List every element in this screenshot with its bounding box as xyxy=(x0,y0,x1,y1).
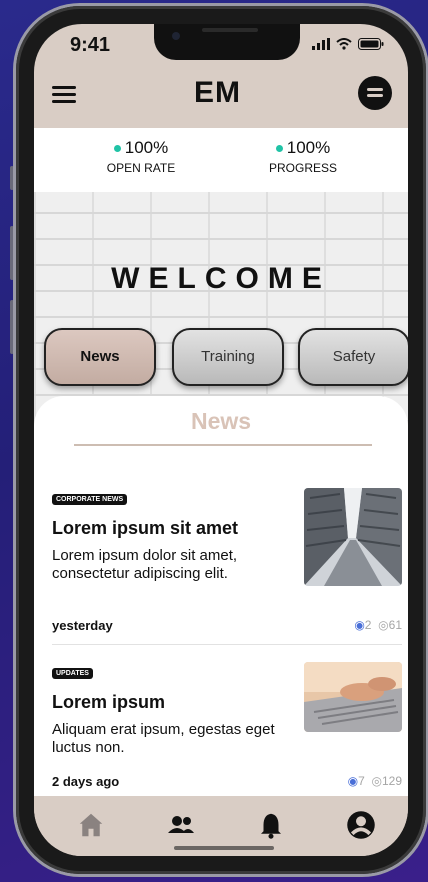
status-icons xyxy=(312,38,384,50)
article-text: UPDATES Lorem ipsum Aliquam erat ipsum, … xyxy=(52,662,282,757)
camera-dot xyxy=(172,32,180,40)
title-divider xyxy=(74,444,372,446)
profile-icon[interactable] xyxy=(346,810,376,840)
chat-icon[interactable] xyxy=(358,76,392,110)
views-icon: ◎ xyxy=(371,774,382,788)
article-title: Lorem ipsum xyxy=(52,692,166,712)
article-body: Aliquam erat ipsum, egestas eget luctus … xyxy=(52,721,275,756)
stat-open-rate: 100% OPEN RATE xyxy=(66,138,216,175)
article-body: Lorem ipsum dolor sit amet, consectetur … xyxy=(52,547,238,582)
volume-down-button xyxy=(10,300,14,354)
speaker-grille xyxy=(202,28,258,32)
news-panel: News CORPORATE NEWS Lorem ipsum sit amet… xyxy=(34,396,408,801)
article-divider xyxy=(52,644,402,645)
stats-bar: 100% OPEN RATE 100% PROGRESS xyxy=(34,128,408,192)
notch xyxy=(154,24,300,60)
laptop-typing-photo xyxy=(304,662,402,732)
stat-progress: 100% PROGRESS xyxy=(228,138,378,175)
stat-label: PROGRESS xyxy=(268,161,337,175)
like-count: 7 xyxy=(358,774,365,788)
views-icon: ◎ xyxy=(378,618,389,632)
view-count: 129 xyxy=(381,774,402,788)
welcome-banner: WELCOME News Training Safety xyxy=(34,192,408,422)
app-screen: 9:41 EM 100% OPEN RATE 100% PROGRESS WEL… xyxy=(34,24,408,856)
news-article[interactable]: CORPORATE NEWS Lorem ipsum sit amet Lore… xyxy=(52,488,402,638)
home-indicator xyxy=(174,846,274,850)
status-dot-icon xyxy=(113,145,121,153)
section-title: News xyxy=(190,408,252,434)
article-text: CORPORATE NEWS Lorem ipsum sit amet Lore… xyxy=(52,488,282,583)
home-icon[interactable] xyxy=(76,810,106,840)
view-count: 61 xyxy=(388,618,402,632)
users-icon[interactable] xyxy=(166,810,196,840)
bell-icon[interactable] xyxy=(256,810,286,840)
category-badge: CORPORATE NEWS xyxy=(52,494,128,505)
like-icon[interactable]: ◉ xyxy=(348,774,358,788)
like-icon[interactable]: ◉ xyxy=(354,618,364,632)
bottom-tab-bar xyxy=(34,796,408,856)
hamburger-menu-icon[interactable] xyxy=(52,86,76,104)
buildings-photo xyxy=(304,488,402,586)
phone-frame: 9:41 EM 100% OPEN RATE 100% PROGRESS WEL… xyxy=(16,6,426,874)
like-count: 2 xyxy=(364,618,372,632)
tab-news[interactable]: News xyxy=(44,328,156,386)
mute-switch xyxy=(10,166,14,190)
stat-value: 100% xyxy=(124,138,169,157)
tab-training[interactable]: Training xyxy=(172,328,284,386)
wifi-icon xyxy=(336,38,352,50)
article-stats: ◉7 ◎129 xyxy=(348,774,402,788)
status-time: 9:41 xyxy=(70,34,111,56)
app-header: EM xyxy=(34,70,408,124)
news-article[interactable]: UPDATES Lorem ipsum Aliquam erat ipsum, … xyxy=(52,662,402,812)
welcome-title: WELCOME xyxy=(111,262,331,295)
article-date: 2 days ago xyxy=(52,774,120,789)
article-title: Lorem ipsum sit amet xyxy=(52,518,239,538)
app-logo: EM xyxy=(194,76,241,109)
battery-icon xyxy=(358,38,384,50)
article-date: yesterday xyxy=(52,618,113,633)
category-badge: UPDATES xyxy=(52,668,93,679)
volume-up-button xyxy=(10,226,14,280)
stat-label: OPEN RATE xyxy=(106,161,176,175)
tab-safety[interactable]: Safety xyxy=(298,328,408,386)
status-dot-icon xyxy=(275,145,283,153)
signal-icon xyxy=(312,38,330,50)
stat-value: 100% xyxy=(286,138,331,157)
article-stats: ◉2 ◎61 xyxy=(354,618,402,632)
